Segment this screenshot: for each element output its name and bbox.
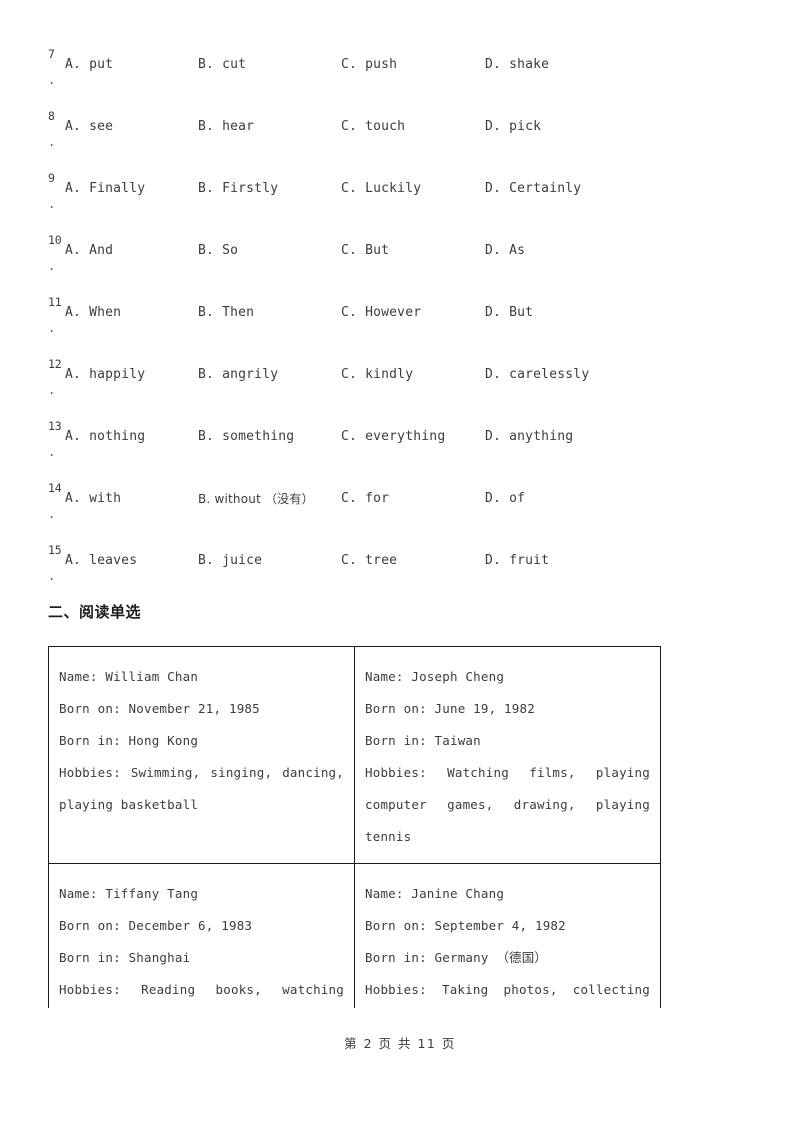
profile-table-clip: Name: William Chan Born on: November 21,…	[0, 0, 800, 1008]
profile-born-in: Born in: Germany （德国）	[365, 950, 548, 965]
profile-hobbies-line: playing basketball	[59, 797, 199, 812]
profile-hobbies-line: Hobbies: Swimming, singing, dancing,	[59, 765, 344, 780]
table-row: Name: William Chan Born on: November 21,…	[48, 646, 661, 864]
profile-born-on: Born on: November 21, 1985	[59, 701, 260, 716]
profile-name: Name: Tiffany Tang	[59, 886, 199, 901]
profile-name: Name: Joseph Cheng	[365, 669, 505, 684]
profile-born-in: Born in: Taiwan	[365, 733, 481, 748]
profile-born-on: Born on: September 4, 1982	[365, 918, 566, 933]
profile-born-on: Born on: December 6, 1983	[59, 918, 253, 933]
profile-cell-william-chan: Name: William Chan Born on: November 21,…	[48, 646, 355, 864]
profile-cell-joseph-cheng: Name: Joseph Cheng Born on: June 19, 198…	[354, 646, 661, 864]
profile-born-in: Born in: Hong Kong	[59, 733, 199, 748]
profile-born-on: Born on: June 19, 1982	[365, 701, 535, 716]
table-row: Name: Tiffany Tang Born on: December 6, …	[48, 863, 661, 1008]
profile-born-in: Born in: Shanghai	[59, 950, 191, 965]
profile-hobbies-line: Hobbies: Taking photos, collecting	[365, 982, 650, 997]
profile-cell-janine-chang: Name: Janine Chang Born on: September 4,…	[354, 863, 661, 1008]
profile-name: Name: William Chan	[59, 669, 199, 684]
profile-hobbies-line: Hobbies: Reading books, watching	[59, 982, 344, 997]
page-footer: 第 2 页 共 11 页	[344, 1036, 456, 1051]
profile-hobbies-line: Hobbies: Watching films, playing	[365, 765, 650, 780]
profile-hobbies-line: computer games, drawing, playing	[365, 797, 650, 812]
profile-table: Name: William Chan Born on: November 21,…	[48, 646, 661, 1008]
profile-hobbies-line: tennis	[365, 829, 412, 844]
profile-name: Name: Janine Chang	[365, 886, 505, 901]
document-page: 7 . A. put B. cut C. push D. shake 8 . A…	[0, 0, 800, 1132]
profile-cell-tiffany-tang: Name: Tiffany Tang Born on: December 6, …	[48, 863, 355, 1008]
